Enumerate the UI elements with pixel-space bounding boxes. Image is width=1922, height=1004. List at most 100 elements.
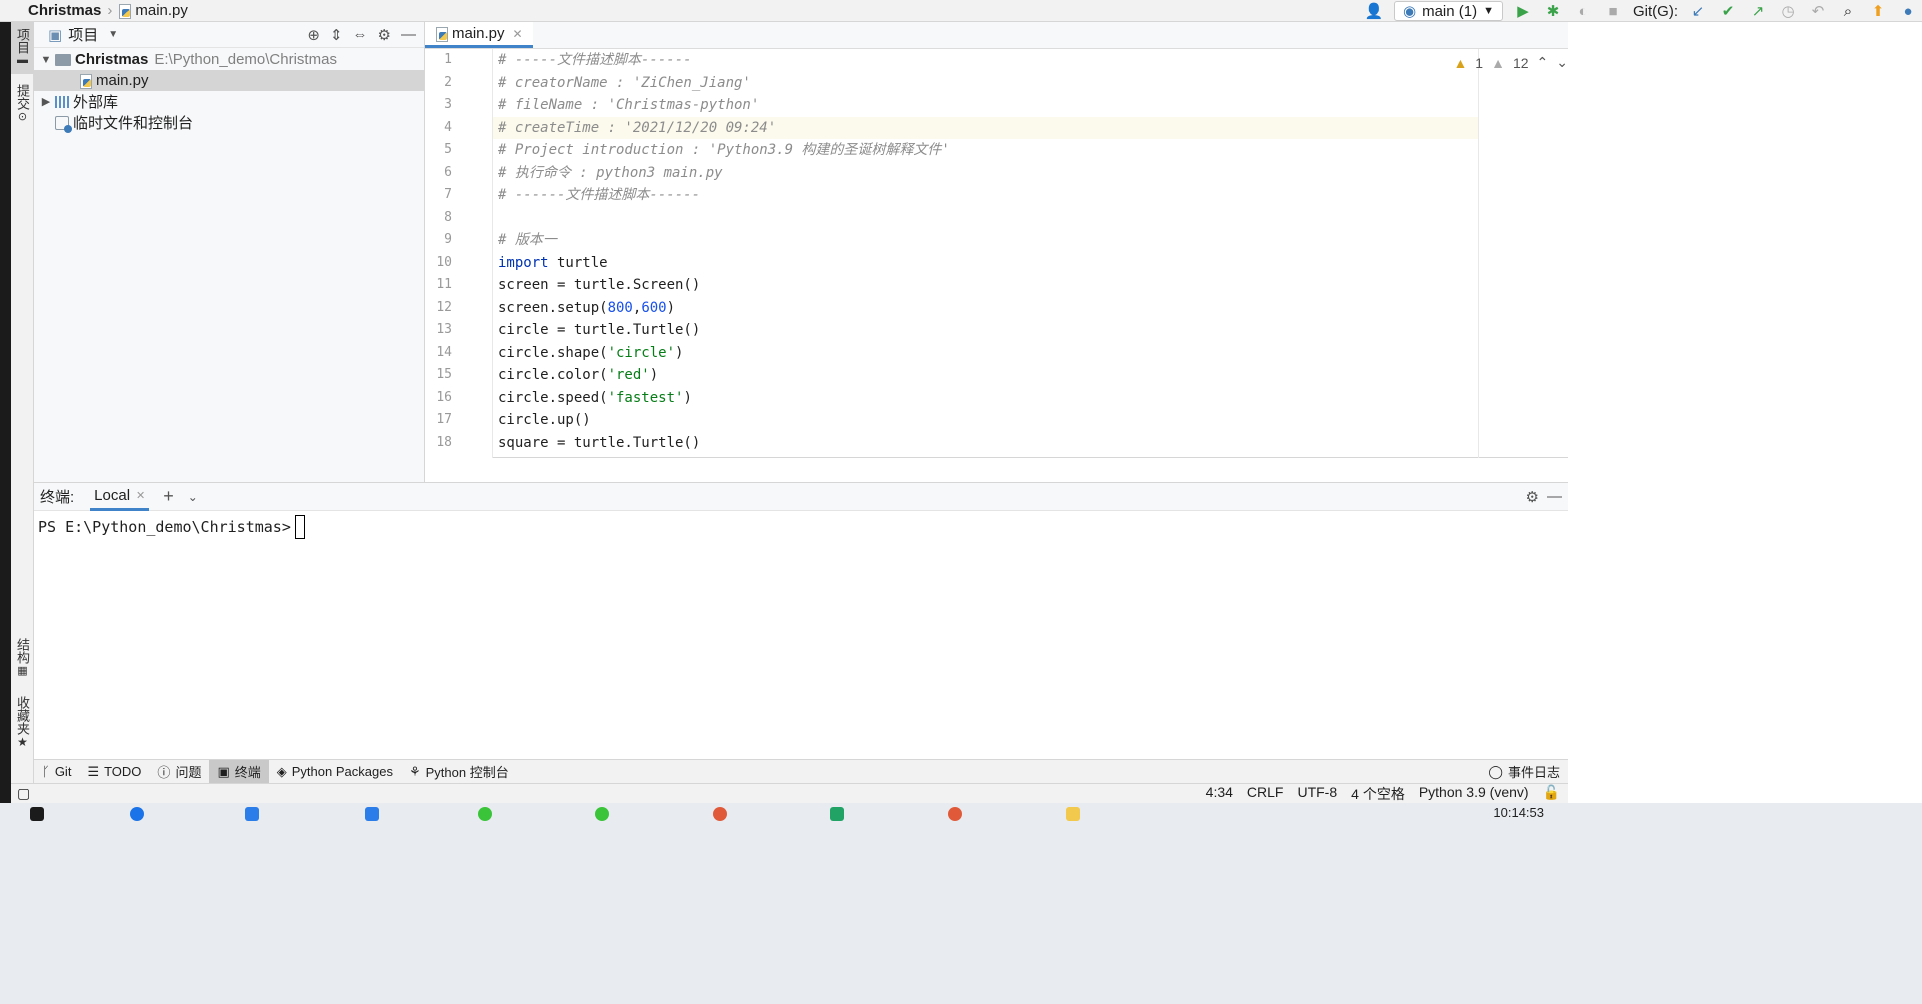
run-configuration-selector[interactable]: ◉ main (1) ▼ — [1394, 1, 1503, 21]
history-icon[interactable]: ◷ — [1778, 1, 1798, 21]
expand-all-icon[interactable]: ⇕ — [330, 26, 343, 44]
bottom-tab-python-console[interactable]: ⚘ Python 控制台 — [401, 760, 517, 784]
vscode-icon[interactable] — [365, 807, 379, 821]
chevron-down-icon[interactable]: ⌄ — [1556, 54, 1568, 71]
update-icon[interactable]: ⬆ — [1868, 1, 1888, 21]
bottom-tab-todo[interactable]: ☰ TODO — [79, 760, 149, 784]
code-line[interactable]: # 版本一 — [493, 229, 1478, 252]
code-line[interactable]: # 执行命令 : python3 main.py — [493, 162, 1478, 185]
code-line[interactable]: # createTime : '2021/12/20 09:24' — [493, 116, 1478, 139]
line-number: 6 — [444, 164, 452, 180]
chevron-down-icon[interactable]: ⌄ — [188, 490, 198, 504]
code-area[interactable]: # -----文件描述脚本------ # creatorName : 'ZiCh… — [493, 49, 1478, 458]
lock-icon[interactable]: 🔓 — [1543, 784, 1560, 804]
locate-icon[interactable]: ⊕ — [307, 26, 320, 44]
code-line[interactable]: # Project introduction : 'Python3.9 构建的圣… — [493, 139, 1478, 162]
chevron-up-icon[interactable]: ⌃ — [1537, 54, 1549, 71]
code-line[interactable]: circle.color('red') — [493, 364, 1478, 387]
code-line[interactable]: circle.shape('circle') — [493, 342, 1478, 365]
code-line[interactable]: circle.speed('fastest') — [493, 387, 1478, 410]
git-push-icon[interactable]: ↗ — [1748, 1, 1768, 21]
browser-icon[interactable] — [130, 807, 144, 821]
tree-file[interactable]: main.py — [34, 70, 424, 91]
tool-tab-favorites-label: 收藏夹 — [15, 696, 30, 735]
user-icon[interactable]: 👤 — [1364, 1, 1384, 21]
run-icon[interactable]: ▶ — [1513, 1, 1533, 21]
code-line[interactable]: screen = turtle.Screen() — [493, 274, 1478, 297]
line-number: 3 — [444, 97, 452, 112]
git-update-icon[interactable]: ↙ — [1688, 1, 1708, 21]
chevron-down-icon[interactable]: ▼ — [108, 29, 118, 40]
collapse-all-icon[interactable]: ⇔ — [353, 26, 368, 44]
gear-icon[interactable]: ⚙ — [1526, 488, 1547, 506]
rollback-icon[interactable]: ↶ — [1808, 1, 1828, 21]
code-line[interactable]: circle.up() — [493, 409, 1478, 432]
chevron-down-icon[interactable]: ▼ — [37, 54, 55, 66]
app-icon[interactable] — [713, 807, 727, 821]
code-line[interactable]: circle = turtle.Turtle() — [493, 319, 1478, 342]
wechat-icon[interactable] — [478, 807, 492, 821]
event-log-button[interactable]: ◯ 事件日志 — [1480, 760, 1568, 784]
bottom-tab-problems-label: 问题 — [175, 765, 202, 780]
wechat-icon[interactable] — [595, 807, 609, 821]
gear-icon[interactable]: ⚙ — [378, 26, 391, 44]
debug-icon[interactable]: ✱ — [1543, 1, 1563, 21]
tree-scratches[interactable]: 临时文件和控制台 — [34, 112, 424, 133]
start-icon[interactable] — [30, 807, 44, 821]
tool-tab-project[interactable]: 项目 ▬ — [11, 22, 34, 74]
packages-icon: ◈ — [276, 763, 287, 779]
close-icon[interactable]: ✕ — [513, 27, 523, 41]
code-line[interactable] — [493, 207, 1478, 230]
search-icon[interactable]: ⌕ — [1838, 1, 1858, 21]
tree-root[interactable]: ▼ Christmas E:\Python_demo\Christmas — [34, 49, 424, 70]
caret-position[interactable]: 4:34 — [1206, 784, 1233, 804]
stop-icon[interactable]: ■ — [1603, 1, 1623, 21]
system-clock[interactable]: 10:14:53 — [1493, 805, 1544, 820]
terminal-prompt-line[interactable]: PS E:\Python_demo\Christmas> — [34, 511, 1568, 543]
minimize-icon[interactable]: — — [401, 26, 416, 44]
coverage-icon[interactable]: ◐ — [1573, 1, 1593, 21]
pycharm-icon[interactable] — [830, 807, 844, 821]
python-console-icon: ⚘ — [408, 763, 421, 779]
settings-sync-icon[interactable]: ● — [1898, 1, 1918, 21]
code-line[interactable]: # fileName : 'Christmas-python' — [493, 94, 1478, 117]
indent-setting[interactable]: 4 个空格 — [1351, 784, 1405, 804]
star-icon: ★ — [17, 735, 28, 749]
terminal-tab-local[interactable]: Local ✕ — [90, 483, 150, 511]
code-line[interactable]: # -----文件描述脚本------ — [493, 49, 1478, 72]
bottom-tab-problems[interactable]: ⓘ 问题 — [149, 760, 209, 784]
terminal-tab-label: Local — [94, 486, 131, 504]
tool-tab-commit[interactable]: 提交 ⊙ — [11, 84, 34, 130]
line-number: 18 — [436, 434, 452, 450]
code-line[interactable]: square = turtle.Turtle() — [493, 432, 1478, 455]
python-file-icon — [118, 3, 132, 19]
tool-tab-favorites[interactable]: 收藏夹 ★ — [11, 696, 34, 752]
code-line[interactable]: # ------文件描述脚本------ — [493, 184, 1478, 207]
app-icon[interactable] — [948, 807, 962, 821]
chevron-right-icon[interactable]: ▶ — [37, 95, 55, 108]
close-icon[interactable]: ✕ — [136, 489, 145, 502]
toggle-tool-windows-icon[interactable]: ▢ — [17, 785, 30, 802]
tree-external-libraries[interactable]: ▶ 外部库 — [34, 91, 424, 112]
add-icon[interactable]: + — [163, 486, 174, 507]
breadcrumb-project[interactable]: Christmas — [28, 2, 101, 19]
bottom-tab-terminal[interactable]: ▣ 终端 — [209, 759, 269, 784]
bottom-tab-todo-label: TODO — [104, 764, 142, 779]
inspection-widget[interactable]: ▲ 1 ▲ 12 ⌃ ⌄ — [1453, 54, 1568, 71]
editor-tab[interactable]: main.py ✕ — [425, 22, 533, 48]
bottom-tab-python-packages[interactable]: ◈ Python Packages — [269, 760, 401, 784]
code-line[interactable]: # creatorName : 'ZiChen_Jiang' — [493, 72, 1478, 95]
code-line[interactable]: import turtle — [493, 252, 1478, 275]
tool-tab-structure[interactable]: 结构 ▦ — [11, 638, 34, 684]
breadcrumb-file[interactable]: main.py — [135, 2, 188, 19]
code-line[interactable]: screen.setup(800,600) — [493, 297, 1478, 320]
bottom-tab-git[interactable]: ᚴ Git — [34, 760, 79, 784]
python-interpreter[interactable]: Python 3.9 (venv) — [1419, 784, 1529, 804]
minimize-icon[interactable]: — — [1547, 488, 1568, 505]
file-encoding[interactable]: UTF-8 — [1297, 784, 1337, 804]
line-separator[interactable]: CRLF — [1247, 784, 1284, 804]
vscode-icon[interactable] — [245, 807, 259, 821]
git-commit-icon[interactable]: ✔ — [1718, 1, 1738, 21]
folder-icon[interactable] — [1066, 807, 1080, 821]
project-panel-title[interactable]: 项目 — [68, 24, 98, 45]
